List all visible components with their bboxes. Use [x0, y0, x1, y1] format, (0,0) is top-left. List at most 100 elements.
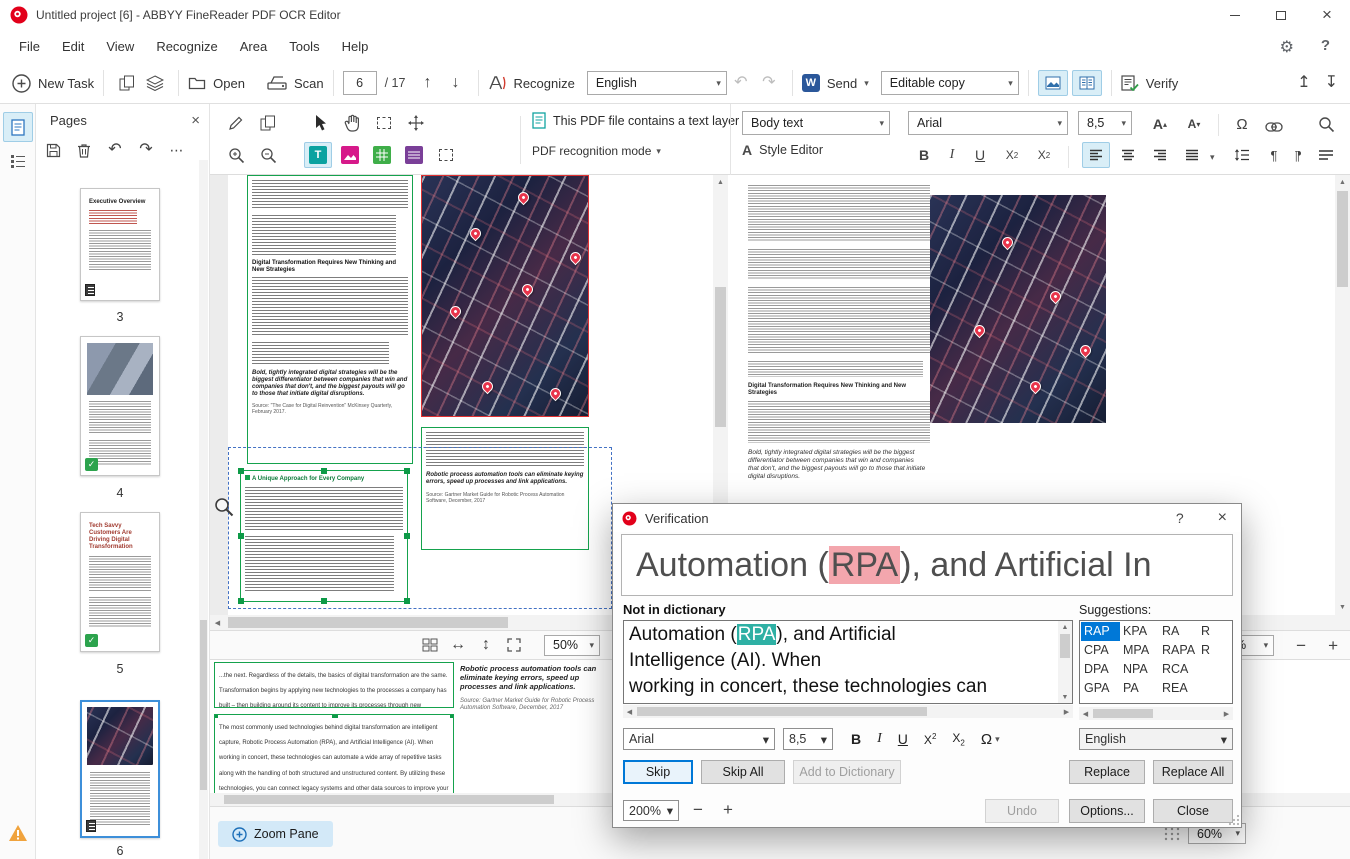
dialog-font-select[interactable]: Arial ▾ [623, 728, 775, 750]
align-right-button[interactable] [1146, 142, 1174, 168]
bold-button[interactable]: B [910, 142, 938, 168]
decrease-font-icon[interactable]: A ▾ [1180, 111, 1208, 137]
image-view-toggle[interactable] [1037, 70, 1068, 96]
menu-view[interactable]: View [95, 39, 145, 54]
superscript-button[interactable]: X2 [998, 142, 1026, 168]
add-to-dictionary-button[interactable]: Add to Dictionary [793, 760, 901, 784]
open-button[interactable]: Open [188, 75, 245, 91]
special-character-icon[interactable]: Ω [1228, 111, 1256, 137]
dialog-subscript-button[interactable]: X2 [952, 731, 964, 747]
next-page-button[interactable]: ↓ [441, 70, 469, 96]
page-thumbnail-4[interactable]: ✓ [80, 336, 160, 476]
suggestion-item[interactable]: NPA [1120, 660, 1159, 679]
dialog-zoom-out-icon[interactable]: − [693, 800, 703, 820]
pages-scrollbar[interactable] [199, 160, 208, 859]
area-resize-handle[interactable] [404, 598, 410, 604]
suggestion-item[interactable]: MPA [1120, 641, 1159, 660]
options-button[interactable]: Options... [1069, 799, 1145, 823]
skip-button[interactable]: Skip [623, 760, 693, 784]
area-resize-handle[interactable] [404, 533, 410, 539]
subscript-button[interactable]: X2 [1030, 142, 1058, 168]
text-area-tool[interactable]: T [304, 142, 332, 168]
zoom-out-icon[interactable]: − [1296, 637, 1306, 654]
suggestion-item[interactable]: REA [1159, 679, 1198, 698]
formatting-settings-icon[interactable] [1312, 142, 1340, 168]
menu-file[interactable]: File [8, 39, 51, 54]
fit-page-icon[interactable] [500, 632, 528, 658]
move-resize-tool-icon[interactable] [402, 110, 430, 136]
fit-width-icon[interactable]: ↔ [444, 632, 472, 658]
help-icon[interactable]: ? [1321, 37, 1330, 54]
replace-button[interactable]: Replace [1069, 760, 1145, 784]
area-resize-handle[interactable] [321, 598, 327, 604]
zoom-in-icon[interactable]: + [1328, 637, 1338, 654]
suggestion-item[interactable]: DPA [1081, 660, 1120, 679]
replace-all-button[interactable]: Replace All [1153, 760, 1233, 784]
italic-button[interactable]: I [938, 142, 966, 168]
dialog-font-size-select[interactable]: 8,5 ▾ [783, 728, 833, 750]
menu-tools[interactable]: Tools [278, 39, 330, 54]
pdf-recognition-mode-link[interactable]: PDF recognition mode ▾ [532, 144, 661, 158]
expand-down-icon[interactable]: ↧ [1325, 75, 1338, 91]
menu-edit[interactable]: Edit [51, 39, 95, 54]
area-resize-handle[interactable] [238, 598, 244, 604]
hyperlink-icon[interactable] [1260, 114, 1288, 140]
area-resize-handle[interactable] [238, 468, 244, 474]
suggestions-hscrollbar[interactable]: ◀ ▶ [1079, 707, 1233, 720]
dialog-resize-grip[interactable] [1228, 814, 1240, 826]
menu-recognize[interactable]: Recognize [145, 39, 228, 54]
zoom-in-tool-icon[interactable] [222, 142, 250, 168]
dialog-language-select[interactable]: English ▾ [1079, 728, 1233, 750]
suggestion-item[interactable]: GPA [1081, 679, 1120, 698]
justify-button[interactable] [1178, 142, 1206, 168]
suggestion-item[interactable]: PA [1120, 679, 1159, 698]
split-view-toggle[interactable] [1071, 70, 1102, 96]
paragraph-style-select[interactable]: Body text ▾ [742, 111, 890, 135]
send-mode-select[interactable]: Editable copy ▾ [880, 71, 1019, 95]
feedback-warning-icon[interactable] [8, 824, 28, 842]
maximize-button[interactable] [1258, 0, 1304, 30]
select-tool-icon[interactable] [306, 110, 334, 136]
rtl-paragraph-button[interactable]: ¶ [1284, 142, 1312, 168]
page-thumbnail-3[interactable]: Executive Overview [80, 188, 160, 301]
page-thumbnail-5[interactable]: Tech Savvy Customers Are Driving Digital… [80, 512, 160, 652]
page-layout-icon[interactable] [416, 632, 444, 658]
hand-tool-icon[interactable] [338, 110, 366, 136]
marquee-tool-icon[interactable] [370, 110, 398, 136]
settings-gear-icon[interactable]: ⚙ [1280, 37, 1294, 57]
fit-height-icon[interactable]: ↕ [472, 632, 500, 658]
close-button[interactable]: Close [1153, 799, 1233, 823]
pages-panel-toggle[interactable] [3, 112, 33, 142]
send-button[interactable]: W Send ▾ [801, 74, 869, 92]
font-size-select[interactable]: 8,5 ▾ [1078, 111, 1132, 135]
more-options-icon[interactable]: ⋯ [166, 137, 188, 163]
text-area-region[interactable]: Robotic process automation tools can eli… [421, 427, 589, 550]
selected-text-area-region[interactable]: A Unique Approach for Every Company [238, 468, 410, 604]
area-resize-handle[interactable] [215, 715, 218, 718]
menu-area[interactable]: Area [229, 39, 278, 54]
recognition-area-tool[interactable] [432, 142, 460, 168]
align-center-button[interactable] [1114, 142, 1142, 168]
table-area-tool[interactable] [368, 142, 396, 168]
dialog-underline-button[interactable]: U [898, 731, 908, 747]
suggestions-list[interactable]: RAP CPA DPA GPA KPA MPA NPA PA RA RAPA R… [1079, 620, 1233, 704]
editor-hscrollbar[interactable]: ◀ ▶ [623, 705, 1073, 718]
page-number-input[interactable]: 6 [342, 71, 377, 95]
picture-area-region[interactable] [421, 175, 589, 417]
dialog-zoom-in-icon[interactable]: + [723, 800, 733, 820]
font-family-select[interactable]: Arial ▾ [908, 111, 1068, 135]
suggestion-item[interactable]: RAP [1081, 622, 1120, 641]
dialog-zoom-select[interactable]: 200% ▾ [623, 800, 679, 821]
undo-page-icon[interactable]: ↶ [104, 137, 126, 163]
picture-area-tool[interactable] [336, 142, 364, 168]
suggestion-item[interactable]: CPA [1081, 641, 1120, 660]
text-pane-vscrollbar[interactable]: ▲ ▼ [1335, 175, 1350, 615]
dialog-close-icon[interactable]: × [1218, 509, 1227, 527]
area-resize-handle[interactable] [332, 715, 338, 718]
chevron-down-icon[interactable]: ▾ [1210, 152, 1215, 163]
ocr-language-select[interactable]: English ▾ [586, 71, 727, 95]
scan-button[interactable]: Scan [267, 75, 324, 91]
new-task-button[interactable]: New Task [12, 73, 94, 93]
minimize-button[interactable] [1212, 0, 1258, 30]
copy-page-icon[interactable] [254, 110, 282, 136]
